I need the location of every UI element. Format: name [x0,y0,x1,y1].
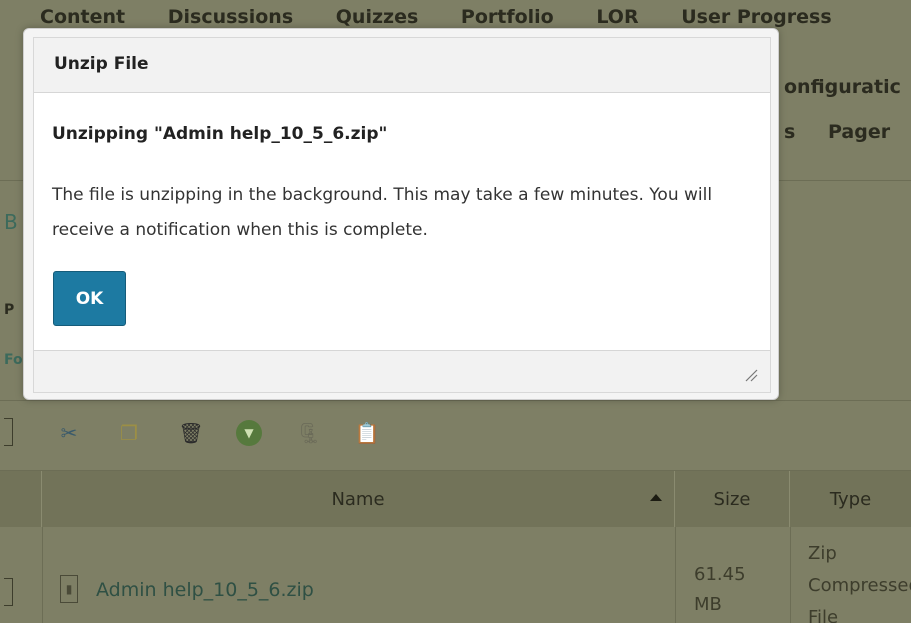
nav-item-pager[interactable]: Pager [828,121,890,143]
column-header-size[interactable]: Size [675,471,790,527]
label-fragment: P [4,302,15,318]
column-header-select [0,471,42,527]
column-header-name-label: Name [331,488,385,510]
nav-item-discussions[interactable]: Discussions [168,6,293,28]
file-name-link[interactable]: Admin help_10_5_6.zip [96,579,314,601]
dialog-message: The file is unzipping in the background.… [52,185,713,240]
row-checkbox[interactable] [4,578,13,606]
nav-item-lor[interactable]: LOR [596,6,638,28]
cell-divider [790,527,791,623]
nav-item-fragment[interactable]: s [784,121,795,143]
column-header-type[interactable]: Type [790,471,911,527]
ok-button[interactable]: OK [53,271,126,326]
file-size: 61.45 MB [694,564,746,615]
link-fragment[interactable]: Fo [4,352,23,368]
dialog-title: Unzip File [54,54,149,74]
column-header-size-label: Size [713,488,751,510]
more-actions-icon[interactable]: ▼ [236,420,262,446]
column-header-type-label: Type [829,488,872,510]
paste-icon[interactable]: 📋 [354,420,380,446]
cell-divider [42,527,43,623]
dialog-footer [34,350,770,392]
file-type: Zip Compressed File [808,543,911,623]
nav-item-course-configuration[interactable]: onfiguratic [784,76,901,98]
copy-icon[interactable]: ❐ [116,420,142,446]
unzip-dialog: Unzip File Unzipping "Admin help_10_5_6.… [23,28,779,400]
column-header-name[interactable]: Name [42,471,675,527]
delete-icon[interactable]: 🗑 [178,420,204,446]
dialog-heading: Unzipping "Admin help_10_5_6.zip" [52,124,388,144]
dialog-header[interactable]: Unzip File [34,38,770,93]
page-heading-fragment: B [4,210,18,234]
nav-item-quizzes[interactable]: Quizzes [336,6,419,28]
nav-item-user-progress[interactable]: User Progress [681,6,831,28]
zip-file-icon: ▮ [60,575,78,603]
resize-grip-icon[interactable] [744,368,758,382]
nav-item-content[interactable]: Content [40,6,125,28]
sort-ascending-icon [650,494,662,501]
cell-divider [675,527,676,623]
select-all-checkbox[interactable] [4,418,13,446]
nav-item-portfolio[interactable]: Portfolio [461,6,554,28]
table-row [0,527,911,623]
dialog-body: Unzip File Unzipping "Admin help_10_5_6.… [33,37,771,393]
top-navigation: Content Discussions Quizzes Portfolio LO… [40,6,911,30]
cut-icon[interactable]: ✂ [56,420,82,446]
zip-icon[interactable]: 🗜 [296,420,322,446]
